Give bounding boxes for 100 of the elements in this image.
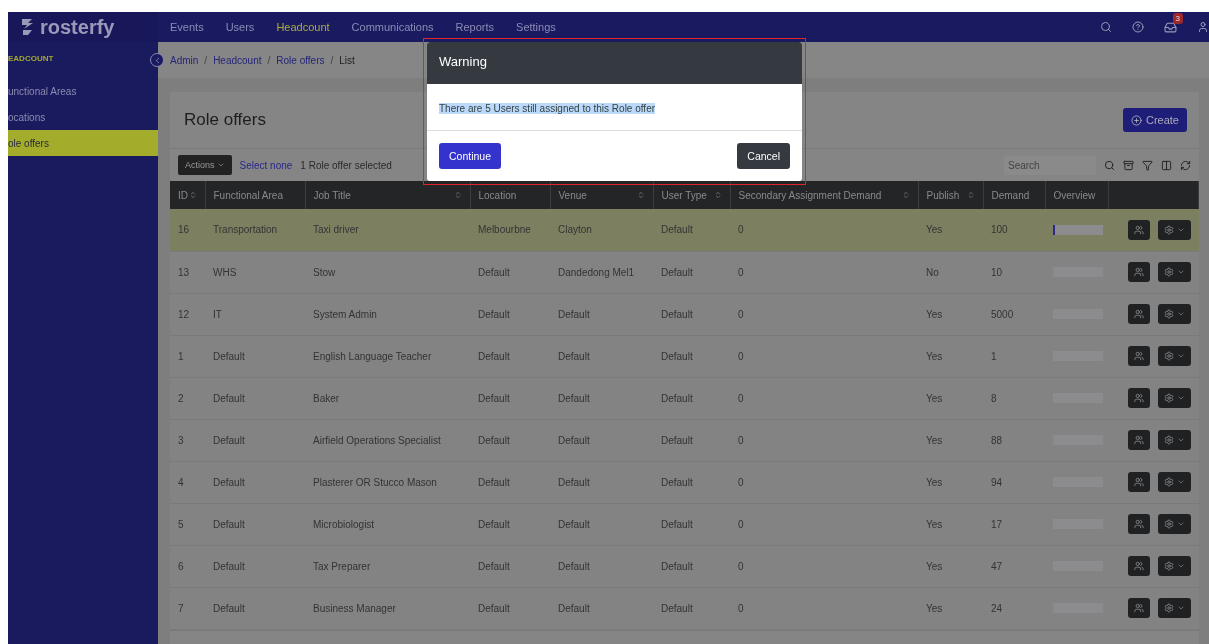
page-title: Role offers	[184, 110, 266, 130]
job-title-cell: Airfield Operations Specialist	[305, 419, 470, 461]
venue-cell: Default	[550, 545, 653, 587]
job-title-cell: Stow	[305, 251, 470, 293]
area-cell: Default	[205, 419, 305, 461]
cancel-button[interactable]: Cancel	[737, 143, 790, 169]
id-cell: 12	[170, 293, 205, 335]
id-cell: 13	[170, 251, 205, 293]
user-type-cell: Default	[653, 545, 730, 587]
user-type-cell: Default	[653, 377, 730, 419]
table-row[interactable]: 7 Default Business Manager Default Default Default 0 Yes 24	[170, 587, 1199, 629]
publish-cell: Yes	[918, 587, 983, 629]
job-title-cell: Microbiologist	[305, 503, 470, 545]
logo-text: rosterfy	[40, 15, 115, 39]
users-button[interactable]	[1127, 430, 1150, 450]
users-button[interactable]	[1127, 346, 1150, 366]
users-button[interactable]	[1127, 219, 1150, 240]
column-header: Functional Area	[205, 181, 305, 209]
users-button[interactable]	[1127, 472, 1150, 492]
breadcrumb-link[interactable]: Admin	[170, 54, 199, 66]
job-title-cell: Business Manager	[305, 587, 470, 629]
settings-button[interactable]	[1157, 514, 1191, 534]
create-button[interactable]: Create	[1122, 108, 1187, 132]
search-field[interactable]: Search	[1004, 155, 1096, 175]
sidebar-item[interactable]: ole offers	[8, 130, 158, 156]
breadcrumb-separator: /	[204, 54, 208, 66]
table-row[interactable]: 5 Default Microbiologist Default Default Default 0 Yes 17	[170, 503, 1199, 545]
column-header[interactable]: Publish	[918, 181, 983, 209]
column-header[interactable]: User Type	[653, 181, 730, 209]
location-cell: Default	[470, 461, 550, 503]
venue-cell: Default	[550, 587, 653, 629]
users-button[interactable]	[1127, 388, 1150, 408]
nav-link[interactable]: Events	[170, 21, 204, 33]
settings-button[interactable]	[1157, 472, 1191, 492]
sidebar-item[interactable]: unctional Areas	[8, 78, 158, 104]
users-button[interactable]	[1127, 514, 1150, 534]
users-icon	[1133, 435, 1144, 445]
users-icon	[1133, 477, 1144, 487]
help-icon[interactable]	[1132, 21, 1144, 33]
nav-link[interactable]: Headcount	[276, 21, 330, 33]
users-button[interactable]	[1127, 556, 1150, 576]
breadcrumb-link[interactable]: Headcount	[213, 54, 262, 66]
table-row[interactable]: 13 WHS Stow Default Dandedong Mel1 Default 0 No 10	[170, 251, 1199, 293]
caret-icon	[1176, 352, 1185, 360]
settings-button[interactable]	[1157, 598, 1191, 618]
caret-icon	[1176, 478, 1185, 486]
settings-button[interactable]	[1157, 219, 1191, 240]
table-row[interactable]: 4 Default Plasterer OR Stucco Mason Default Default Default 0 Yes 94	[170, 461, 1199, 503]
actions-button[interactable]: Actions	[178, 155, 232, 175]
settings-button[interactable]	[1157, 430, 1191, 450]
table-row[interactable]: 6 Default Tax Preparer Default Default Default 0 Yes 47	[170, 545, 1199, 587]
user-icon[interactable]	[1197, 21, 1209, 33]
current-page-label: List	[339, 54, 355, 66]
demand-cell: 88	[983, 419, 1045, 461]
settings-button[interactable]	[1157, 388, 1191, 408]
settings-button[interactable]	[1157, 556, 1191, 576]
user-type-cell: Default	[653, 209, 730, 251]
column-header[interactable]: Venue	[550, 181, 653, 209]
nav-link[interactable]: Reports	[455, 21, 495, 33]
collapse-button[interactable]	[150, 53, 164, 67]
sidebar-item[interactable]: ocations	[8, 104, 158, 130]
demand-cell: 94	[983, 461, 1045, 503]
archive-icon[interactable]	[1123, 159, 1134, 171]
refresh-icon[interactable]	[1180, 159, 1191, 171]
demand-cell: 0	[730, 293, 918, 335]
gear-icon	[1163, 309, 1174, 319]
demand-cell: 0	[730, 251, 918, 293]
caret-icon	[1176, 562, 1185, 570]
settings-button[interactable]	[1157, 346, 1191, 366]
users-button[interactable]	[1127, 598, 1150, 618]
nav-link[interactable]: Users	[225, 21, 255, 33]
table-row[interactable]: 16 Transportation Taxi driver Melbourbne Clayton Default 0 Yes 100	[170, 209, 1199, 251]
job-title-cell: Taxi driver	[305, 209, 470, 251]
users-button[interactable]	[1127, 304, 1150, 324]
column-header[interactable]: Job Title	[305, 181, 470, 209]
venue-cell: Clayton	[550, 209, 653, 251]
user-type-cell: Default	[653, 503, 730, 545]
select-none-link[interactable]: Select none	[239, 159, 293, 171]
table-row[interactable]: 3 Default Airfield Operations Specialist Default Default Default 0 Yes 88	[170, 419, 1199, 461]
column-header: Location	[470, 181, 550, 209]
table-row[interactable]: 2 Default Baker Default Default Default 0 Yes 8	[170, 377, 1199, 419]
settings-button[interactable]	[1157, 304, 1191, 324]
users-icon	[1133, 351, 1144, 361]
breadcrumb-link[interactable]: Role offers	[276, 54, 325, 66]
column-header[interactable]: ID	[170, 181, 205, 209]
caret-icon	[1176, 394, 1185, 402]
search-icon[interactable]	[1100, 21, 1112, 33]
search-icon[interactable]	[1104, 159, 1115, 171]
inbox-icon[interactable]	[1164, 20, 1177, 34]
columns-icon[interactable]	[1161, 159, 1172, 171]
nav-link[interactable]: Settings	[516, 21, 556, 33]
table-row[interactable]: 12 IT System Admin Default Default Default 0 Yes 5000	[170, 293, 1199, 335]
nav-link[interactable]: Communications	[351, 21, 434, 33]
users-button[interactable]	[1127, 262, 1150, 282]
settings-button[interactable]	[1157, 262, 1191, 282]
breadcrumb-separator: /	[267, 54, 271, 66]
continue-button[interactable]: Continue	[439, 143, 502, 169]
table-row[interactable]: 1 Default English Language Teacher Default Default Default 0 Yes 1	[170, 335, 1199, 377]
column-header[interactable]: Secondary Assignment Demand	[730, 181, 918, 209]
filter-icon[interactable]	[1142, 159, 1153, 171]
